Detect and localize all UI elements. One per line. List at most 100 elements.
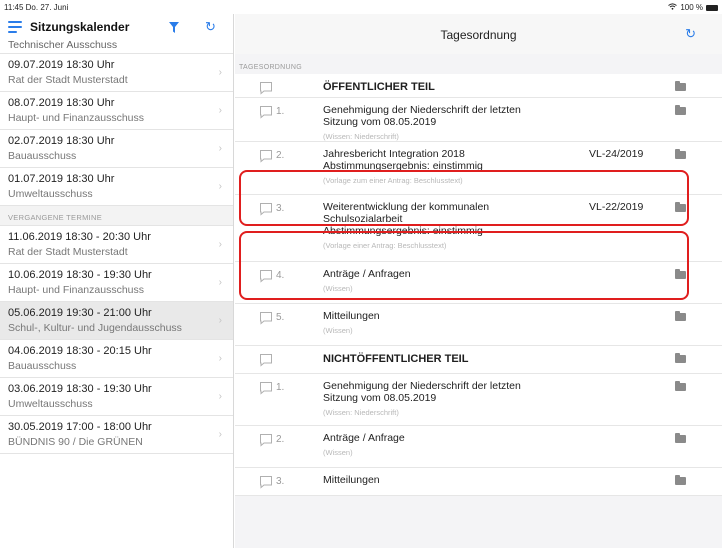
agenda-item-reference: VL-22/2019 xyxy=(589,201,644,213)
list-item-datetime: 11.06.2019 18:30 - 20:30 Uhr xyxy=(8,231,151,243)
list-item[interactable]: 30.05.2019 17:00 - 18:00 Uhr BÜNDNIS 90 /… xyxy=(0,416,233,454)
chevron-right-icon: › xyxy=(218,239,222,250)
list-item-body: Bauausschuss xyxy=(8,360,77,372)
agenda-item-subtitle: (Vorlage zum einer Antrag: Beschlusstext… xyxy=(323,176,463,185)
folder-icon[interactable] xyxy=(675,353,686,363)
agenda-item-number: 2. xyxy=(276,150,285,161)
comment-icon[interactable] xyxy=(259,149,273,163)
agenda-item-subtitle: (Wissen) xyxy=(323,284,353,293)
chevron-right-icon: › xyxy=(218,277,222,288)
page-title: Tagesordnung xyxy=(440,28,517,42)
chevron-right-icon: › xyxy=(218,181,222,192)
agenda-item-title: Genehmigung der Niederschrift der letzte… xyxy=(323,380,521,404)
agenda-item[interactable]: 1. Genehmigung der Niederschrift der letz… xyxy=(235,98,722,142)
list-item[interactable]: 04.06.2019 18:30 - 20:15 Uhr Bauausschuss… xyxy=(0,340,233,378)
list-item-datetime: 05.06.2019 19:30 - 21:00 Uhr xyxy=(8,307,152,319)
list-item-datetime: 03.06.2019 18:30 - 19:30 Uhr xyxy=(8,383,152,395)
list-item[interactable]: 03.06.2019 18:30 - 19:30 Uhr Umweltaussch… xyxy=(0,378,233,416)
agenda-item-title: Mitteilungen xyxy=(323,310,380,322)
agenda-item[interactable]: 1. Genehmigung der Niederschrift der letz… xyxy=(235,374,722,426)
list-item[interactable]: 11.06.2019 18:30 - 20:30 Uhr Rat der Stad… xyxy=(0,226,233,264)
agenda-item-subtitle: (Wissen: Niederschrift) xyxy=(323,408,399,417)
agenda-item-title: NICHTÖFFENTLICHER TEIL xyxy=(323,353,469,365)
list-item-body: BÜNDNIS 90 / Die GRÜNEN xyxy=(8,436,143,448)
agenda-item-number: 1. xyxy=(276,382,285,393)
battery-percent: 100 % xyxy=(680,3,703,12)
filter-icon[interactable] xyxy=(169,21,179,33)
agenda-item-number: 5. xyxy=(276,312,285,323)
agenda-item-title: ÖFFENTLICHER TEIL xyxy=(323,81,435,93)
agenda-item-number: 3. xyxy=(276,203,285,214)
chevron-right-icon: › xyxy=(218,67,222,78)
list-item-body: Umweltausschuss xyxy=(8,188,93,200)
list-item-datetime: 01.07.2019 18:30 Uhr xyxy=(8,173,115,185)
comment-icon[interactable] xyxy=(259,269,273,283)
agenda-item[interactable]: 5. Mitteilungen (Wissen) xyxy=(235,304,722,346)
agenda-item[interactable]: 4. Anträge / Anfragen (Wissen) xyxy=(235,262,722,304)
list-item-datetime: 09.07.2019 18:30 Uhr xyxy=(8,59,115,71)
list-item-datetime: 02.07.2019 18:30 Uhr xyxy=(8,135,115,147)
refresh-icon[interactable]: ↻ xyxy=(685,26,696,42)
list-item-datetime: 30.05.2019 17:00 - 18:00 Uhr xyxy=(8,421,152,433)
agenda-item[interactable]: 3. Weiterentwicklung der kommunalen Schul… xyxy=(235,195,722,262)
agenda-item-title: Jahresbericht Integration 2018 Abstimmun… xyxy=(323,148,483,172)
list-item-body: Umweltausschuss xyxy=(8,398,93,410)
list-item-datetime: 08.07.2019 18:30 Uhr xyxy=(8,97,115,109)
folder-icon[interactable] xyxy=(675,202,686,212)
main-header: Tagesordnung ↻ xyxy=(235,14,722,54)
chevron-right-icon: › xyxy=(218,353,222,364)
list-item[interactable]: 10.06.2019 18:30 - 19:30 Uhr Haupt- und F… xyxy=(0,264,233,302)
comment-icon[interactable] xyxy=(259,81,273,95)
list-item[interactable]: 01.07.2019 18:30 Uhr Umweltausschuss › xyxy=(0,168,233,206)
main-panel: Tagesordnung ↻ TAGESORDNUNG ÖFFENTLICHER… xyxy=(235,14,722,548)
agenda-list: ÖFFENTLICHER TEIL 1. Genehmigung der Niede… xyxy=(235,74,722,496)
agenda-item[interactable]: 2. Jahresbericht Integration 2018 Abstimm… xyxy=(235,142,722,195)
agenda-item-title: Anträge / Anfragen xyxy=(323,268,411,280)
agenda-item[interactable]: 3. Mitteilungen xyxy=(235,468,722,496)
agenda-item[interactable]: NICHTÖFFENTLICHER TEIL xyxy=(235,346,722,374)
folder-icon[interactable] xyxy=(675,149,686,159)
list-item-datetime: 10.06.2019 18:30 - 19:30 Uhr xyxy=(8,269,152,281)
comment-icon[interactable] xyxy=(259,433,273,447)
list-item-partial[interactable]: Technischer Ausschuss xyxy=(0,34,233,54)
comment-icon[interactable] xyxy=(259,105,273,119)
chevron-right-icon: › xyxy=(218,391,222,402)
list-item-body: Haupt- und Finanzausschuss xyxy=(8,284,144,296)
folder-icon[interactable] xyxy=(675,475,686,485)
wifi-icon xyxy=(668,3,678,12)
list-item-body: Haupt- und Finanzausschuss xyxy=(8,112,144,124)
chevron-right-icon: › xyxy=(218,429,222,440)
list-item[interactable]: 05.06.2019 19:30 - 21:00 Uhr Schul-, Kult… xyxy=(0,302,233,340)
folder-icon[interactable] xyxy=(675,381,686,391)
agenda-item[interactable]: 2. Anträge / Anfrage (Wissen) xyxy=(235,426,722,468)
folder-icon[interactable] xyxy=(675,105,686,115)
folder-icon[interactable] xyxy=(675,81,686,91)
agenda-item-title: Weiterentwicklung der kommunalen Schulso… xyxy=(323,201,490,237)
sidebar: Sitzungskalender ↻ Technischer Ausschuss… xyxy=(0,14,234,548)
agenda-item-subtitle: (Wissen: Niederschrift) xyxy=(323,132,399,141)
agenda-item-number: 3. xyxy=(276,476,285,487)
agenda-item[interactable]: ÖFFENTLICHER TEIL xyxy=(235,74,722,98)
status-right: 100 % xyxy=(668,3,718,12)
upcoming-meetings: 09.07.2019 18:30 Uhr Rat der Stadt Muster… xyxy=(0,54,233,206)
comment-icon[interactable] xyxy=(259,475,273,489)
folder-icon[interactable] xyxy=(675,269,686,279)
list-item[interactable]: 08.07.2019 18:30 Uhr Haupt- und Finanzaus… xyxy=(0,92,233,130)
list-item[interactable]: 02.07.2019 18:30 Uhr Bauausschuss › xyxy=(0,130,233,168)
list-item[interactable]: 09.07.2019 18:30 Uhr Rat der Stadt Muster… xyxy=(0,54,233,92)
chevron-right-icon: › xyxy=(218,105,222,116)
list-item-body: Bauausschuss xyxy=(8,150,77,162)
sidebar-title: Sitzungskalender xyxy=(30,20,130,34)
list-item-body: Technischer Ausschuss xyxy=(8,39,118,51)
agenda-item-number: 2. xyxy=(276,434,285,445)
folder-icon[interactable] xyxy=(675,311,686,321)
comment-icon[interactable] xyxy=(259,353,273,367)
comment-icon[interactable] xyxy=(259,311,273,325)
folder-icon[interactable] xyxy=(675,433,686,443)
refresh-icon[interactable]: ↻ xyxy=(205,20,216,33)
comment-icon[interactable] xyxy=(259,381,273,395)
comment-icon[interactable] xyxy=(259,202,273,216)
chevron-right-icon: › xyxy=(218,315,222,326)
menu-icon[interactable] xyxy=(8,21,22,33)
status-bar: 11:45 Do. 27. Juni 100 % xyxy=(0,0,722,14)
